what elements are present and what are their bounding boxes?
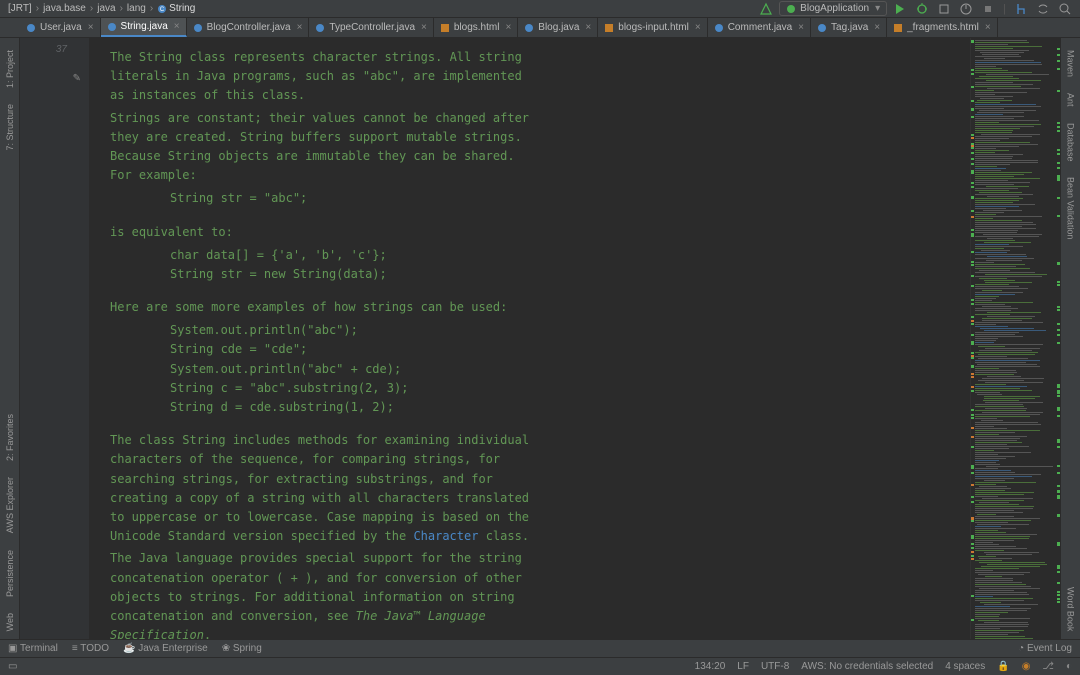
- tool-todo[interactable]: ≡ TODO: [72, 643, 109, 654]
- build-icon[interactable]: [759, 2, 773, 16]
- profile-icon[interactable]: [959, 2, 973, 16]
- class-icon: [193, 23, 203, 33]
- tool-favorites[interactable]: 2: Favorites: [5, 414, 15, 461]
- vcs-icon[interactable]: [1014, 2, 1028, 16]
- tool-java-ee[interactable]: ☕ Java Enterprise: [123, 643, 208, 654]
- encoding[interactable]: UTF-8: [761, 661, 789, 672]
- tool-database[interactable]: Database: [1066, 123, 1076, 162]
- editor-tabs: User.java× String.java× BlogController.j…: [0, 18, 1080, 38]
- tab-comment-java[interactable]: Comment.java×: [708, 18, 811, 37]
- editor-gutter: 37 ✎: [20, 38, 90, 639]
- close-icon[interactable]: ×: [174, 21, 180, 32]
- link-character[interactable]: Character: [413, 529, 478, 543]
- tool-aws-explorer[interactable]: AWS Explorer: [5, 477, 15, 533]
- stop-icon[interactable]: [981, 2, 995, 16]
- editor-pane[interactable]: The String class represents character st…: [90, 38, 550, 639]
- breadcrumb-item[interactable]: java: [97, 3, 115, 14]
- left-tool-strip: 1: Project 7: Structure 2: Favorites AWS…: [0, 38, 20, 639]
- breadcrumb-item[interactable]: String: [169, 3, 195, 14]
- chevron-down-icon: ▾: [875, 3, 880, 14]
- tab-blogs-input-html[interactable]: blogs-input.html×: [598, 18, 707, 37]
- breadcrumb-item[interactable]: java.base: [43, 3, 86, 14]
- bottom-tool-bar: ▣ Terminal ≡ TODO ☕ Java Enterprise ❀ Sp…: [0, 639, 1080, 657]
- edit-icon[interactable]: ✎: [73, 73, 81, 84]
- close-icon[interactable]: ×: [695, 22, 701, 33]
- tab-string-java[interactable]: String.java×: [101, 18, 187, 37]
- indent-setting[interactable]: 4 spaces: [945, 661, 985, 672]
- breadcrumb-sep: ›: [120, 3, 123, 14]
- close-icon[interactable]: ×: [585, 22, 591, 33]
- tool-ant[interactable]: Ant: [1066, 93, 1076, 107]
- tab-user-java[interactable]: User.java×: [20, 18, 101, 37]
- search-icon[interactable]: [1058, 2, 1072, 16]
- tab-fragments-html[interactable]: _fragments.html×: [887, 18, 998, 37]
- class-icon: [107, 22, 117, 32]
- html-icon: [893, 23, 903, 33]
- status-bar: ▭ 134:20 LF UTF-8 AWS: No credentials se…: [0, 657, 1080, 675]
- breadcrumb-bar: [JRT] › java.base › java › lang › C Stri…: [0, 0, 1080, 18]
- breadcrumb-sep: ›: [90, 3, 93, 14]
- breadcrumb-sep: ›: [36, 3, 39, 14]
- tab-blogs-html[interactable]: blogs.html×: [434, 18, 518, 37]
- minimap[interactable]: [970, 38, 1060, 639]
- svg-text:C: C: [160, 7, 165, 13]
- breadcrumb-item[interactable]: lang: [127, 3, 146, 14]
- tab-blogcontroller-java[interactable]: BlogController.java×: [187, 18, 310, 37]
- cursor-pos[interactable]: 134:20: [695, 661, 726, 672]
- event-log[interactable]: ◔ Event Log: [1018, 643, 1072, 654]
- close-icon[interactable]: ×: [874, 22, 880, 33]
- tool-bean-validation[interactable]: Bean Validation: [1066, 177, 1076, 239]
- tool-spring[interactable]: ❀ Spring: [222, 643, 262, 654]
- readonly-icon[interactable]: 🔒: [997, 661, 1009, 672]
- aws-status[interactable]: AWS: No credentials selected: [801, 661, 933, 672]
- main-area: 1: Project 7: Structure 2: Favorites AWS…: [0, 38, 1080, 639]
- tab-tag-java[interactable]: Tag.java×: [811, 18, 887, 37]
- close-icon[interactable]: ×: [421, 22, 427, 33]
- memory-indicator[interactable]: ◐: [1066, 661, 1072, 672]
- tab-typecontroller-java[interactable]: TypeController.java×: [309, 18, 433, 37]
- inspection-icon[interactable]: ◉: [1022, 661, 1031, 672]
- html-icon: [604, 23, 614, 33]
- line-number: 37: [56, 44, 67, 55]
- run-config-dropdown[interactable]: BlogApplication ▾: [779, 1, 887, 16]
- tool-project[interactable]: 1: Project: [5, 50, 15, 88]
- breadcrumb-sep: ›: [150, 3, 153, 14]
- right-tool-strip: Maven Ant Database Bean Validation Word …: [1060, 38, 1080, 639]
- tab-blog-java[interactable]: Blog.java×: [518, 18, 598, 37]
- tool-maven[interactable]: Maven: [1066, 50, 1076, 77]
- tool-structure[interactable]: 7: Structure: [5, 104, 15, 151]
- close-icon[interactable]: ×: [88, 22, 94, 33]
- class-icon: [26, 23, 36, 33]
- close-icon[interactable]: ×: [297, 22, 303, 33]
- tool-web[interactable]: Web: [5, 613, 15, 631]
- tool-persistence[interactable]: Persistence: [5, 550, 15, 597]
- class-icon: [714, 23, 724, 33]
- tool-terminal[interactable]: ▣ Terminal: [8, 643, 58, 654]
- run-coverage-icon[interactable]: [937, 2, 951, 16]
- close-icon[interactable]: ×: [798, 22, 804, 33]
- debug-icon[interactable]: [915, 2, 929, 16]
- git-icon[interactable]: ⎇: [1042, 661, 1054, 672]
- class-icon: [524, 23, 534, 33]
- html-icon: [440, 23, 450, 33]
- tool-word-book[interactable]: Word Book: [1066, 587, 1076, 631]
- class-icon: [817, 23, 827, 33]
- close-icon[interactable]: ×: [985, 22, 991, 33]
- class-icon: C: [157, 4, 167, 14]
- line-separator[interactable]: LF: [737, 661, 749, 672]
- run-icon[interactable]: [893, 2, 907, 16]
- breadcrumb-item[interactable]: [JRT]: [8, 3, 32, 14]
- close-icon[interactable]: ×: [505, 22, 511, 33]
- status-corner-icon[interactable]: ▭: [8, 661, 17, 672]
- class-icon: [315, 23, 325, 33]
- sync-icon[interactable]: [1036, 2, 1050, 16]
